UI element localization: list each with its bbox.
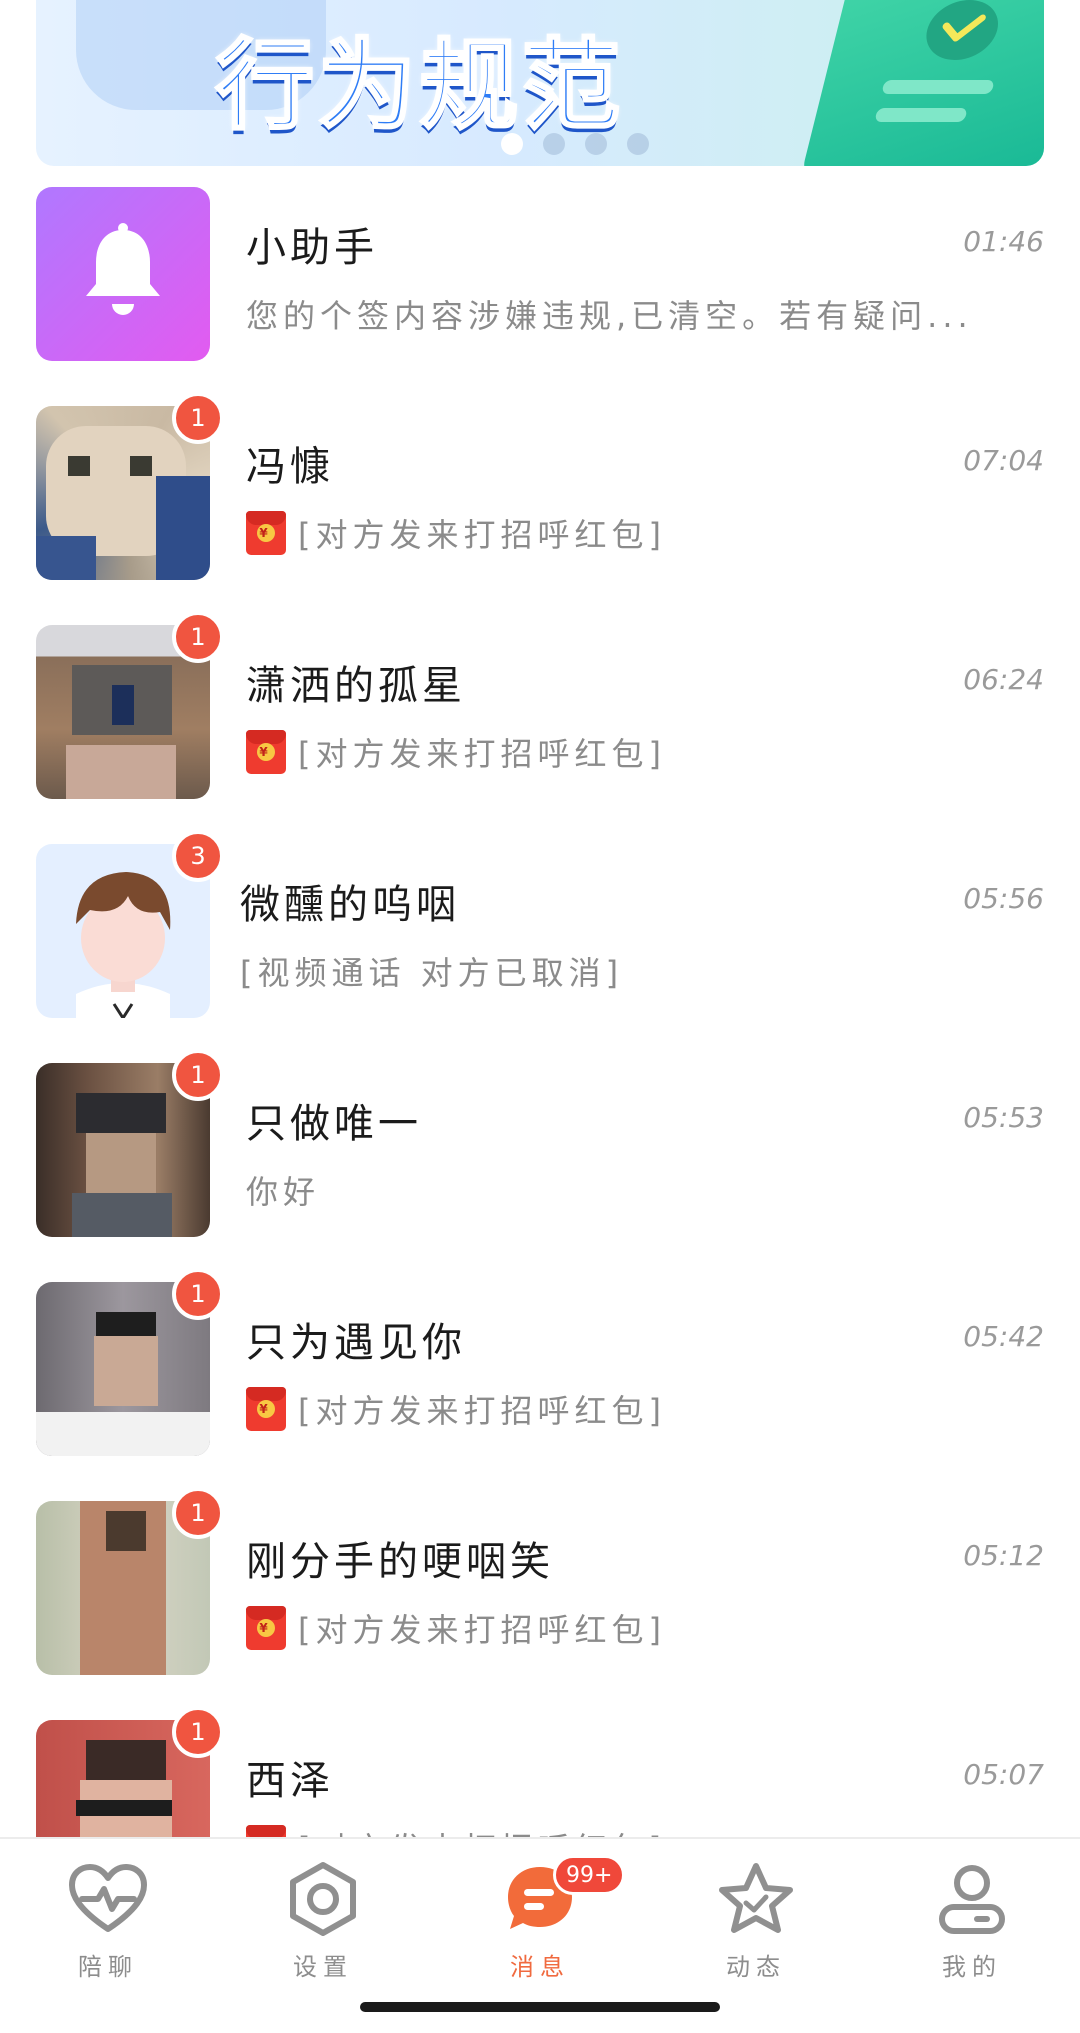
tab-messages[interactable]: 99+ 消息 bbox=[465, 1855, 626, 1982]
avatar[interactable]: 1 bbox=[36, 611, 224, 799]
check-icon bbox=[919, 0, 1005, 60]
conversation-row[interactable]: 1 冯慷 07:04 ¥ [对方发来打招呼红包] bbox=[0, 392, 1080, 625]
conversation-row-assistant[interactable]: 小助手 01:46 您的个签内容涉嫌违规,已清空。若有疑问... bbox=[0, 187, 1080, 406]
tab-profile[interactable]: 我的 bbox=[897, 1857, 1047, 1982]
star-icon bbox=[681, 1857, 831, 1941]
conversation-row[interactable]: 3 微醺的呜咽 05:56 [视频通话 对方已取消] bbox=[0, 830, 1080, 1063]
tab-settings[interactable]: 设置 bbox=[248, 1857, 398, 1982]
red-envelope-icon: ¥ bbox=[246, 1606, 286, 1650]
tab-label: 我的 bbox=[942, 1953, 1002, 1981]
tab-label: 消息 bbox=[510, 1953, 570, 1981]
hexagon-settings-icon bbox=[248, 1857, 398, 1941]
red-envelope-icon: ¥ bbox=[246, 1387, 286, 1431]
tab-companion-chat[interactable]: 陪聊 bbox=[33, 1857, 183, 1982]
unread-badge: 1 bbox=[172, 611, 224, 663]
avatar[interactable] bbox=[36, 187, 210, 361]
message-preview: [对方发来打招呼红包] bbox=[298, 1392, 666, 1430]
home-indicator[interactable] bbox=[360, 2002, 720, 2012]
contact-name: 只为遇见你 bbox=[246, 1320, 466, 1366]
banner-title: 行为规范 bbox=[214, 28, 625, 145]
avatar[interactable]: 1 bbox=[36, 1487, 224, 1675]
rulebook-illustration bbox=[799, 0, 1044, 166]
carousel-dot-active[interactable] bbox=[501, 133, 523, 155]
profile-icon bbox=[897, 1857, 1047, 1941]
conversation-list: 小助手 01:46 您的个签内容涉嫌违规,已清空。若有疑问... 1 冯慷 07… bbox=[0, 187, 1080, 1939]
message-preview-container: ¥ [对方发来打招呼红包] bbox=[246, 1605, 666, 1651]
message-preview: [对方发来打招呼红包] bbox=[298, 516, 666, 554]
conversation-row[interactable]: 1 只做唯一 05:53 你好 bbox=[0, 1049, 1080, 1282]
tab-label: 动态 bbox=[726, 1953, 786, 1981]
message-time: 05:07 bbox=[963, 1758, 1044, 1791]
conversation-row[interactable]: 1 刚分手的哽咽笑 05:12 ¥ [对方发来打招呼红包] bbox=[0, 1487, 1080, 1720]
message-preview-container: ¥ [对方发来打招呼红包] bbox=[246, 510, 666, 556]
message-time: 05:56 bbox=[963, 882, 1044, 915]
unread-badge: 1 bbox=[172, 1268, 224, 1320]
avatar[interactable]: 1 bbox=[36, 1049, 224, 1237]
tab-label: 设置 bbox=[293, 1953, 353, 1981]
message-preview-container: ¥ [对方发来打招呼红包] bbox=[246, 729, 666, 775]
carousel-dot[interactable] bbox=[585, 133, 607, 155]
message-time: 05:12 bbox=[963, 1539, 1044, 1572]
conversation-row[interactable]: 1 只为遇见你 05:42 ¥ [对方发来打招呼红包] bbox=[0, 1268, 1080, 1501]
book-line bbox=[881, 80, 995, 94]
carousel-indicator bbox=[501, 133, 649, 155]
message-preview: [对方发来打招呼红包] bbox=[298, 1611, 666, 1649]
unread-badge: 1 bbox=[172, 392, 224, 444]
bell-icon bbox=[78, 222, 168, 326]
carousel-dot[interactable] bbox=[627, 133, 649, 155]
red-envelope-icon: ¥ bbox=[246, 730, 286, 774]
promo-banner[interactable]: 行为规范 bbox=[36, 0, 1044, 166]
avatar[interactable]: 3 bbox=[36, 830, 224, 1018]
contact-name: 小助手 bbox=[246, 225, 378, 271]
message-preview-container: ¥ [对方发来打招呼红包] bbox=[246, 1386, 666, 1432]
tab-label: 陪聊 bbox=[78, 1953, 138, 1981]
unread-badge: 1 bbox=[172, 1049, 224, 1101]
message-preview: [视频通话 对方已取消] bbox=[240, 954, 624, 992]
red-envelope-icon: ¥ bbox=[246, 511, 286, 555]
book-line bbox=[874, 108, 968, 122]
message-time: 07:04 bbox=[963, 444, 1044, 477]
message-preview: 您的个签内容涉嫌违规,已清空。若有疑问... bbox=[246, 297, 973, 335]
contact-name: 微醺的呜咽 bbox=[240, 882, 460, 928]
unread-badge: 1 bbox=[172, 1487, 224, 1539]
tab-moments[interactable]: 动态 bbox=[681, 1857, 831, 1982]
unread-badge: 1 bbox=[172, 1706, 224, 1758]
contact-name: 只做唯一 bbox=[246, 1101, 422, 1147]
message-preview: 你好 bbox=[246, 1173, 321, 1211]
avatar[interactable]: 1 bbox=[36, 392, 224, 580]
conversation-row[interactable]: 1 潇洒的孤星 06:24 ¥ [对方发来打招呼红包] bbox=[0, 611, 1080, 844]
message-time: 06:24 bbox=[963, 663, 1044, 696]
contact-name: 西泽 bbox=[246, 1758, 334, 1804]
chat-bubble-icon: 99+ bbox=[465, 1855, 626, 1941]
message-preview: [对方发来打招呼红包] bbox=[298, 735, 666, 773]
unread-total-badge: 99+ bbox=[553, 1855, 626, 1895]
carousel-dot[interactable] bbox=[543, 133, 565, 155]
message-time: 05:53 bbox=[963, 1101, 1044, 1134]
contact-name: 冯慷 bbox=[246, 444, 334, 490]
contact-name: 潇洒的孤星 bbox=[246, 663, 466, 709]
avatar[interactable]: 1 bbox=[36, 1268, 224, 1456]
message-time: 05:42 bbox=[963, 1320, 1044, 1353]
message-time: 01:46 bbox=[963, 225, 1044, 258]
contact-name: 刚分手的哽咽笑 bbox=[246, 1539, 554, 1585]
heartbeat-icon bbox=[33, 1857, 183, 1941]
unread-badge: 3 bbox=[172, 830, 224, 882]
